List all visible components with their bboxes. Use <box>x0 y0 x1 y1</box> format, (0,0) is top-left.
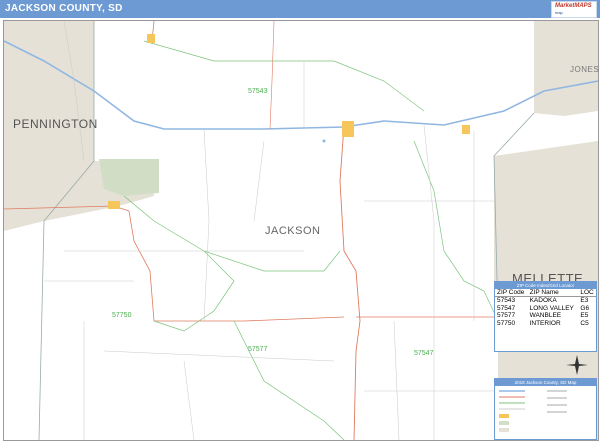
cell-name: LONG VALLEY <box>529 304 574 312</box>
city-belvidere <box>462 125 470 134</box>
zip-boundary-3 <box>413 140 499 322</box>
city-north <box>147 34 155 43</box>
column-header-zip: ZIP Code <box>495 289 528 297</box>
city-interior <box>108 201 120 209</box>
zip-boundary-4 <box>233 320 345 440</box>
zip-boundary-2 <box>203 250 341 272</box>
road-north-2 <box>269 21 275 130</box>
cell-name: KADOKA <box>529 297 557 304</box>
cell-zip: 57543 <box>497 297 516 304</box>
lake <box>322 139 326 143</box>
zip-index-table: ZIP Code ZIP Name LOC 57543 KADOKA E3 57… <box>495 289 596 327</box>
table-row: 57750 INTERIOR C5 <box>495 320 596 328</box>
cell-name: INTERIOR <box>529 319 561 327</box>
city-kadoka <box>342 121 354 137</box>
map-key-header: 2018 Jackson County, SD Map <box>495 379 596 386</box>
table-row: 57577 WANBLEE E5 <box>495 312 596 320</box>
logo-brand: MarketMAPS <box>555 3 592 9</box>
cell-loc: G6 <box>580 304 590 312</box>
cell-zip: 57547 <box>497 304 516 312</box>
road-west <box>4 205 345 322</box>
cell-loc: E5 <box>580 312 589 319</box>
zip-label: 57543 <box>248 88 268 95</box>
zip-boundary-5 <box>143 40 425 112</box>
zip-boundary-1 <box>123 195 235 332</box>
zip-label: 57577 <box>248 346 268 353</box>
county-label-pennington: PENNINGTON <box>13 117 98 131</box>
compass-rose-icon <box>566 355 588 375</box>
map-title: JACKSON COUNTY, SD <box>5 3 123 14</box>
map-key: 2018 Jackson County, SD Map <box>494 378 597 440</box>
cell-name: WANBLEE <box>529 312 562 319</box>
table-row: 57543 KADOKA E3 <box>495 297 596 305</box>
key-swatch-city <box>499 414 509 418</box>
cell-loc: C5 <box>580 319 589 327</box>
column-header-name: ZIP Name <box>527 289 579 297</box>
publisher-logo: MarketMAPS map <box>551 1 597 18</box>
table-row: 57547 LONG VALLEY G6 <box>495 305 596 313</box>
key-swatch-county <box>499 428 509 432</box>
county-label-jones: JONES <box>570 65 600 74</box>
cell-loc: E3 <box>580 297 589 304</box>
zip-index-legend: ZIP Code Index/Grid Locator ZIP Code ZIP… <box>494 281 597 352</box>
zip-label: 57750 <box>112 312 132 319</box>
road-highway-73 <box>339 125 361 440</box>
cell-zip: 57750 <box>497 319 516 327</box>
title-bar: JACKSON COUNTY, SD MarketMAPS map <box>0 0 600 18</box>
cell-zip: 57577 <box>497 312 516 319</box>
pennington-county-area <box>4 21 94 161</box>
legend-header: ZIP Code Index/Grid Locator <box>495 282 596 289</box>
column-header-loc: LOC <box>578 289 596 297</box>
zip-label: 57547 <box>414 350 434 357</box>
logo-sub: map <box>555 10 563 15</box>
county-label-jackson: JACKSON <box>265 225 321 237</box>
map-key-symbols <box>499 390 567 432</box>
key-swatch-park <box>499 421 509 425</box>
